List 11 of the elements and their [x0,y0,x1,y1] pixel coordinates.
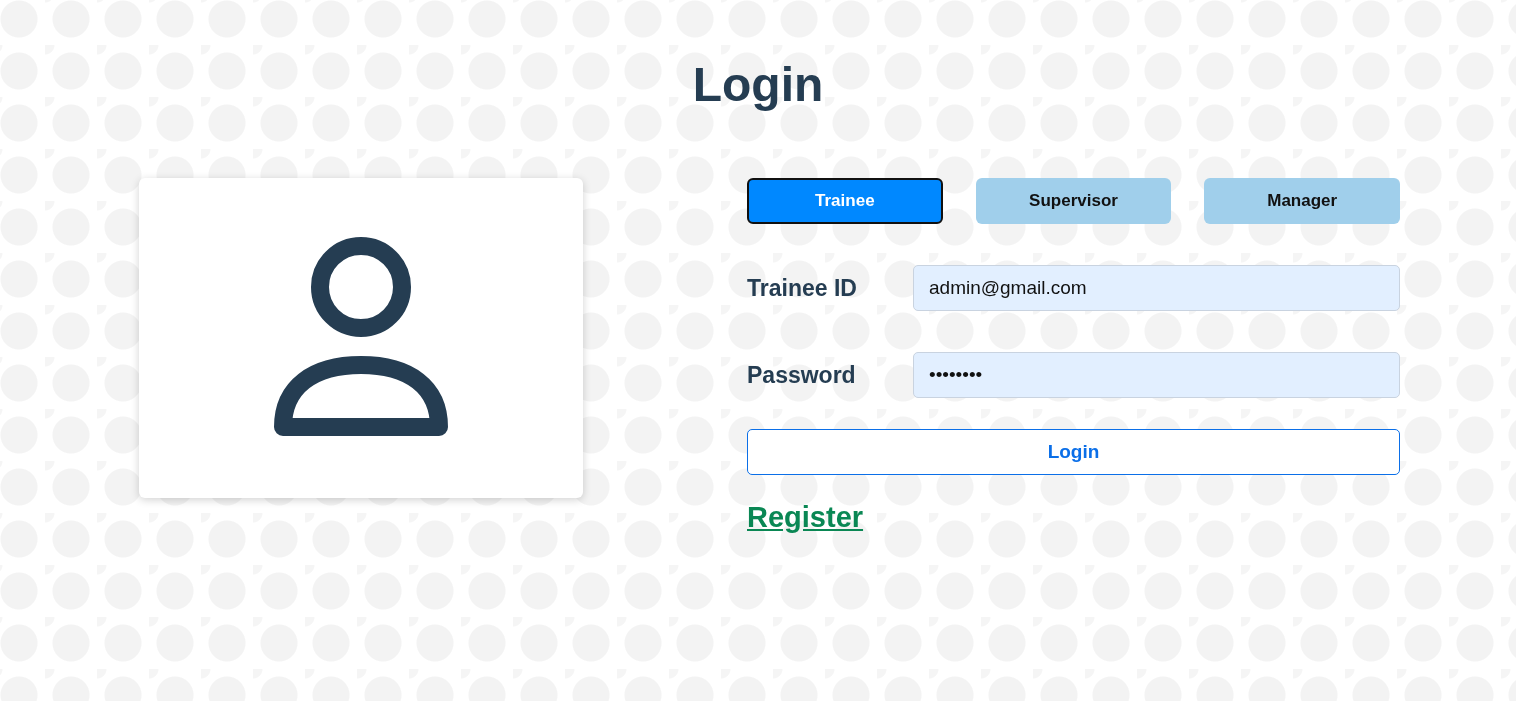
role-tab[interactable]: Manager [1204,178,1400,224]
role-tab[interactable]: Trainee [747,178,943,224]
password-field[interactable]: •••••••• [913,352,1400,398]
login-button[interactable]: Login [747,429,1400,475]
field-label: Password [747,361,857,389]
role-tab[interactable]: Supervisor [975,178,1172,224]
page-title: Login [692,57,824,113]
register-link[interactable]: Register [747,501,864,534]
id-field[interactable]: admin@gmail.com [913,265,1400,311]
field-label: Trainee ID [747,274,858,302]
user-icon [273,237,449,439]
